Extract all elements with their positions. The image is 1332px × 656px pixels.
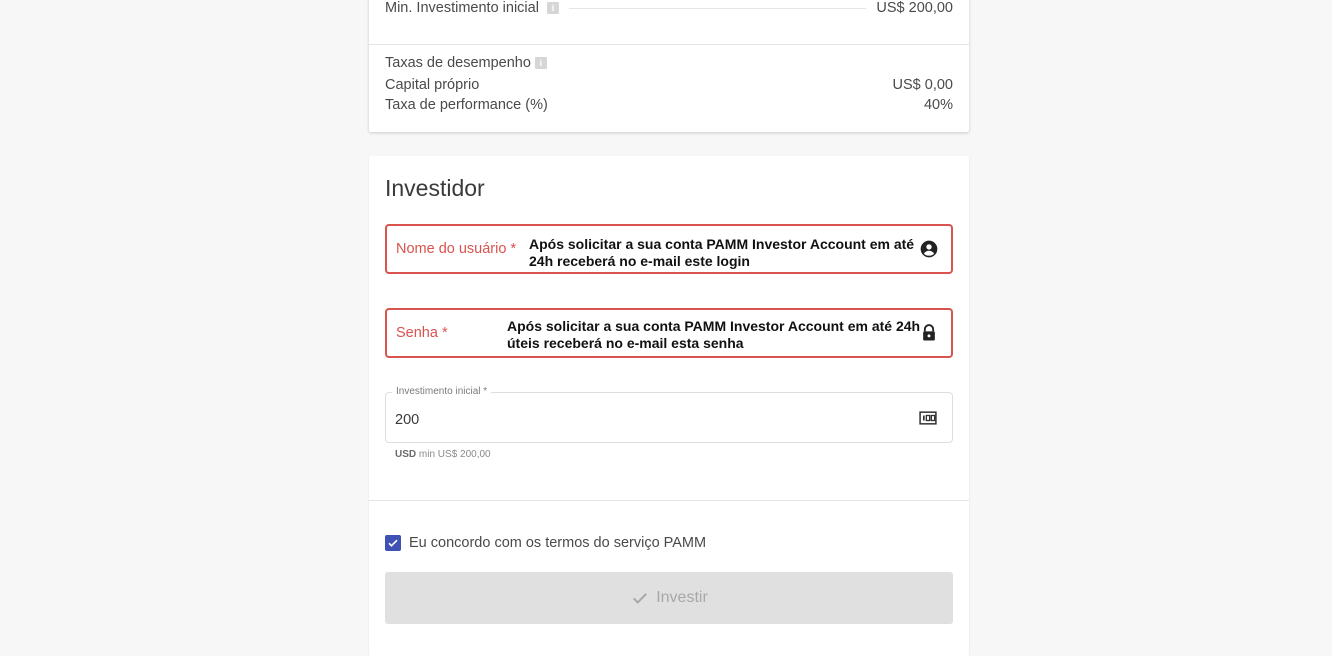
own-capital-row: Capital próprio US$ 0,00 <box>385 77 953 93</box>
section-divider <box>369 500 969 501</box>
password-value: Após solicitar a sua conta PAMM Investor… <box>507 318 921 351</box>
info-icon[interactable]: i <box>534 57 547 69</box>
investor-card: Investidor Nome do usuário * Após solici… <box>369 156 969 656</box>
initial-investment-label: Investimento inicial * <box>392 386 492 397</box>
terms-checkbox[interactable] <box>385 535 401 551</box>
section-title: Investidor <box>385 175 485 201</box>
own-capital-label: Capital próprio <box>385 77 480 93</box>
account-circle-icon <box>920 240 938 258</box>
min-investment-value: US$ 200,00 <box>876 0 953 16</box>
initial-investment-helper: USD min US$ 200,00 <box>395 449 491 460</box>
performance-fee-value: 40% <box>923 97 953 113</box>
check-icon <box>388 539 398 547</box>
initial-investment-input[interactable]: 200 <box>395 412 419 428</box>
terms-label[interactable]: Eu concordo com os termos do serviço PAM… <box>409 535 706 551</box>
performance-fee-label: Taxa de performance (%) <box>385 97 548 113</box>
currency-code: USD <box>395 449 417 460</box>
performance-fee-row: Taxa de performance (%) 40% <box>385 97 953 113</box>
performance-fees-title: Taxas de desempenho <box>385 55 531 71</box>
initial-investment-field[interactable]: Investimento inicial * 200 <box>385 386 953 443</box>
divider-line <box>568 7 867 9</box>
username-value: Após solicitar a sua conta PAMM Investor… <box>529 236 915 269</box>
min-investment-label: Min. Investimento inicial <box>385 0 539 16</box>
money-icon <box>919 410 937 425</box>
min-investment-row: Min. Investimento inicial i US$ 200,00 <box>385 0 953 16</box>
username-field[interactable]: Nome do usuário * Após solicitar a sua c… <box>385 224 953 274</box>
min-amount-hint: min US$ 200,00 <box>418 449 491 460</box>
lock-icon <box>923 324 935 341</box>
invest-button[interactable]: Investir <box>385 572 953 624</box>
password-field[interactable]: Senha * Após solicitar a sua conta PAMM … <box>385 308 953 358</box>
performance-fees-heading: Taxas de desempenho i <box>385 55 953 71</box>
info-icon[interactable]: i <box>546 2 559 15</box>
terms-checkbox-row[interactable]: Eu concordo com os termos do serviço PAM… <box>385 535 706 551</box>
own-capital-value: US$ 0,00 <box>892 77 953 93</box>
check-icon <box>633 593 648 604</box>
section-divider <box>369 44 969 45</box>
invest-button-label: Investir <box>656 589 708 606</box>
fund-summary-card: Min. Investimento inicial i US$ 200,00 T… <box>369 0 969 132</box>
username-label: Nome do usuário * <box>396 241 517 257</box>
password-label: Senha * <box>396 325 448 341</box>
